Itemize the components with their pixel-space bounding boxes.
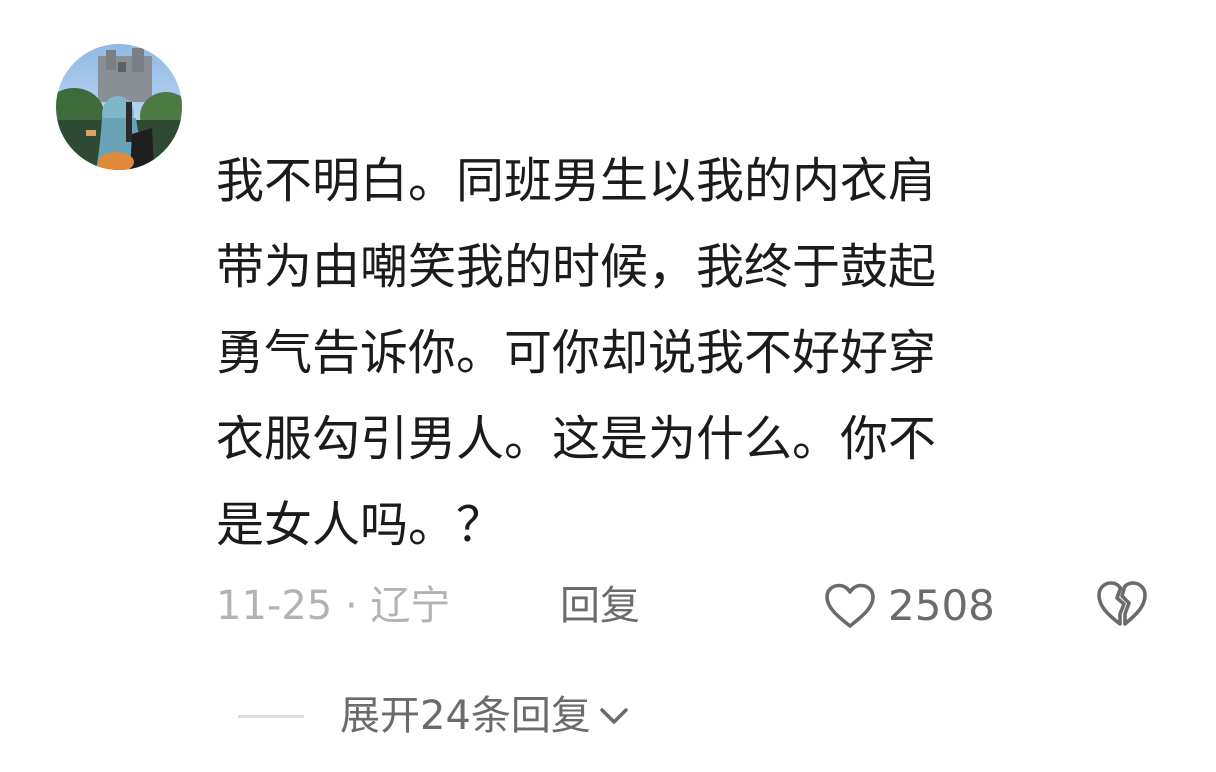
expand-replies-row: 展开24条回复	[238, 688, 631, 744]
comment-line: 衣服勾引男人。这是为什么。你不	[216, 411, 937, 467]
like-count: 2508	[888, 581, 995, 630]
expand-replies-label: 展开24条回复	[340, 693, 591, 739]
dislike-button[interactable]	[1096, 580, 1148, 628]
comment-line: 是女人吗。？	[216, 497, 505, 553]
reply-button[interactable]: 回复	[560, 580, 640, 632]
divider-line	[238, 714, 304, 718]
comment-line: 勇气告诉你。可你却说我不好好穿	[216, 325, 937, 381]
chevron-down-icon	[600, 708, 628, 724]
avatar[interactable]	[56, 44, 182, 170]
broken-heart-icon	[1097, 581, 1147, 626]
comment-line: 我不明白。同班男生以我的内衣肩	[216, 153, 937, 209]
heart-outline-icon	[825, 583, 875, 628]
comment-line: 带为由嘲笑我的时候，我终于鼓起	[216, 239, 937, 295]
comment-text: 我不明白。同班男生以我的内衣肩 带为由嘲笑我的时候，我终于鼓起 勇气告诉你。可你…	[216, 138, 1116, 568]
expand-replies-button[interactable]: 展开24条回复	[340, 688, 631, 744]
comment-meta: 11-25 · 辽宁	[216, 583, 451, 629]
like-button[interactable]: 2508	[824, 578, 995, 634]
